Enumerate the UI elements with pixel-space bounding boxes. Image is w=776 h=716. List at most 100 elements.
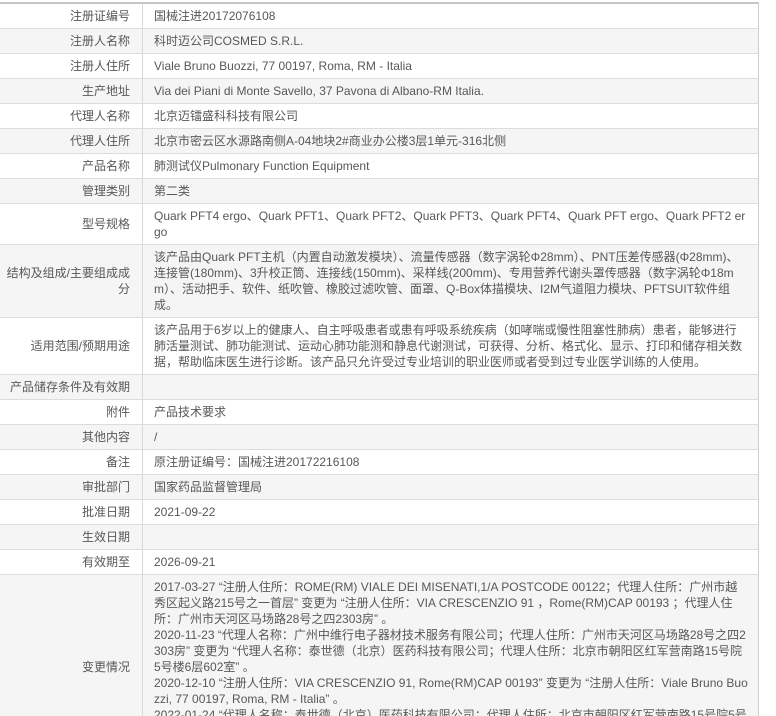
row-label-text: 适用范围/预期用途 xyxy=(30,339,130,353)
row-label: 适用范围/预期用途 xyxy=(0,317,143,375)
row-label: 生效日期 xyxy=(0,524,143,550)
row-value: 国械注进20172076108 xyxy=(143,4,759,29)
table-row: 代理人住所 北京市密云区水源路南侧A-04地块2#商业办公楼3层1单元-316北侧 xyxy=(0,128,758,154)
row-value: Quark PFT4 ergo、Quark PFT1、Quark PFT2、Qu… xyxy=(143,204,759,245)
row-value: 科时迈公司COSMED S.R.L. xyxy=(143,29,759,54)
table-row: 注册人住所 Viale Bruno Buozzi, 77 00197, Roma,… xyxy=(0,53,759,79)
row-value: 该产品用于6岁以上的健康人、自主呼吸患者或患有呼吸系统疾病（如哮喘或慢性阻塞性肺… xyxy=(143,318,759,375)
row-label-text: 产品储存条件及有效期 xyxy=(9,380,130,394)
table-row: 生产地址 Via dei Piani di Monte Savello, 37 P… xyxy=(0,78,758,104)
row-value xyxy=(143,375,759,400)
row-label: 代理人名称 xyxy=(0,103,143,129)
row-value-text: 肺测试仪Pulmonary Function Equipment xyxy=(154,159,370,173)
row-value: / xyxy=(143,425,759,450)
row-value: 2021-09-22 xyxy=(143,500,759,525)
row-label: 产品储存条件及有效期 xyxy=(0,374,143,400)
row-value-text: Viale Bruno Buozzi, 77 00197, Roma, RM -… xyxy=(154,59,412,73)
row-label-text: 管理类别 xyxy=(81,184,130,198)
row-label-text: 代理人住所 xyxy=(69,134,130,148)
row-value-text: 该产品由Quark PFT主机（内置自动激发模块）、流量传感器（数字涡轮Φ28m… xyxy=(154,250,739,312)
row-label: 型号规格 xyxy=(0,203,143,245)
table-row: 产品名称 肺测试仪Pulmonary Function Equipment xyxy=(0,153,759,179)
row-value-text: 原注册证编号：国械注进20172216108 xyxy=(154,455,360,469)
row-value xyxy=(143,525,759,550)
row-value-text: / xyxy=(154,430,158,444)
row-value: 产品技术要求 xyxy=(143,400,759,425)
row-label-text: 生效日期 xyxy=(81,530,130,544)
registration-detail-page: 注册证编号 国械注进20172076108 注册人名称 科时迈公司COSMED S.R… xyxy=(0,0,776,716)
row-label-text: 其他内容 xyxy=(81,430,130,444)
row-value-text: 该产品用于6岁以上的健康人、自主呼吸患者或患有呼吸系统疾病（如哮喘或慢性阻塞性肺… xyxy=(154,323,743,369)
row-value: 原注册证编号：国械注进20172216108 xyxy=(143,450,759,475)
row-label-text: 备注 xyxy=(105,455,130,469)
row-label: 其他内容 xyxy=(0,424,143,450)
table-row: 变更情况 2017-03-27 “注册人住所：ROME(RM) VIALE DEI… xyxy=(0,574,759,716)
row-label: 产品名称 xyxy=(0,153,143,179)
table-row: 适用范围/预期用途 该产品用于6岁以上的健康人、自主呼吸患者或患有呼吸系统疾病（如… xyxy=(0,317,759,375)
row-label: 附件 xyxy=(0,399,143,425)
registration-table: 注册证编号 国械注进20172076108 注册人名称 科时迈公司COSMED S.R… xyxy=(0,2,759,716)
row-value-text: 2026-09-21 xyxy=(154,555,216,569)
table-row: 结构及组成/主要组成成分 该产品由Quark PFT主机（内置自动激发模块）、流量… xyxy=(0,244,759,318)
row-label: 注册证编号 xyxy=(0,4,143,29)
row-label-text: 审批部门 xyxy=(81,480,130,494)
row-value: 第二类 xyxy=(143,179,759,204)
change-entry: 2017-03-27 “注册人住所：ROME(RM) VIALE DEI MIS… xyxy=(154,580,738,626)
row-value-text: 产品技术要求 xyxy=(154,405,227,419)
row-label: 变更情况 xyxy=(0,574,143,716)
change-entry: 2020-11-23 “代理人名称：广州中维行电子器材技术服务有限公司；代理人住… xyxy=(154,628,746,674)
row-label-text: 注册人住所 xyxy=(69,59,130,73)
row-label-text: 注册人名称 xyxy=(69,34,130,48)
row-label-text: 型号规格 xyxy=(81,217,130,231)
table-row: 注册证编号 国械注进20172076108 xyxy=(0,4,758,29)
row-label: 审批部门 xyxy=(0,474,143,500)
change-entry: 2020-12-10 “注册人住所：VIA CRESCENZIO 91, Rom… xyxy=(154,676,748,706)
row-label-text: 生产地址 xyxy=(81,84,130,98)
table-row: 代理人名称 北京迈镭盛科科技有限公司 xyxy=(0,103,759,129)
table-row: 其他内容 / xyxy=(0,424,759,450)
row-label: 生产地址 xyxy=(0,78,143,104)
table-row: 型号规格 Quark PFT4 ergo、Quark PFT1、Quark PFT… xyxy=(0,203,759,245)
registration-table-body: 注册证编号 国械注进20172076108 注册人名称 科时迈公司COSMED S.R… xyxy=(0,4,758,716)
table-row: 注册人名称 科时迈公司COSMED S.R.L. xyxy=(0,28,759,54)
table-row: 有效期至 2026-09-21 xyxy=(0,549,759,575)
row-value-text: Quark PFT4 ergo、Quark PFT1、Quark PFT2、Qu… xyxy=(154,209,746,239)
row-value: 肺测试仪Pulmonary Function Equipment xyxy=(143,154,759,179)
row-value: 该产品由Quark PFT主机（内置自动激发模块）、流量传感器（数字涡轮Φ28m… xyxy=(143,245,759,318)
row-value-text: 国械注进20172076108 xyxy=(154,9,276,23)
row-label: 备注 xyxy=(0,449,143,475)
row-value-text: 科时迈公司COSMED S.R.L. xyxy=(154,34,304,48)
row-value: Viale Bruno Buozzi, 77 00197, Roma, RM -… xyxy=(143,54,759,79)
row-label: 结构及组成/主要组成成分 xyxy=(0,244,143,318)
row-label: 注册人名称 xyxy=(0,28,143,54)
row-label-text: 批准日期 xyxy=(81,505,130,519)
row-label: 管理类别 xyxy=(0,178,143,204)
row-label-text: 有效期至 xyxy=(81,555,130,569)
row-value-text: Via dei Piani di Monte Savello, 37 Pavon… xyxy=(154,84,484,98)
row-label-text: 附件 xyxy=(105,405,130,419)
row-value: 北京迈镭盛科科技有限公司 xyxy=(143,104,759,129)
row-value: 2017-03-27 “注册人住所：ROME(RM) VIALE DEI MIS… xyxy=(143,575,759,716)
row-label: 批准日期 xyxy=(0,499,143,525)
row-value-text: 北京迈镭盛科科技有限公司 xyxy=(154,109,299,123)
table-row: 审批部门 国家药品监督管理局 xyxy=(0,474,759,500)
row-value: 2026-09-21 xyxy=(143,550,759,575)
table-row: 管理类别 第二类 xyxy=(0,178,759,204)
table-row: 备注 原注册证编号：国械注进20172216108 xyxy=(0,449,759,475)
table-row: 生效日期 xyxy=(0,524,759,550)
row-value-text: 国家药品监督管理局 xyxy=(154,480,263,494)
row-label-text: 代理人名称 xyxy=(69,109,130,123)
table-row: 批准日期 2021-09-22 xyxy=(0,499,759,525)
row-value-text: 第二类 xyxy=(154,184,191,198)
row-label: 代理人住所 xyxy=(0,128,143,154)
row-label-text: 注册证编号 xyxy=(69,9,130,23)
change-entry: 2022-01-24 “代理人名称：泰世德（北京）医药科技有限公司；代理人住所：… xyxy=(154,708,747,716)
table-row: 产品储存条件及有效期 xyxy=(0,374,759,400)
row-label-text: 结构及组成/主要组成成分 xyxy=(6,266,130,296)
row-label: 有效期至 xyxy=(0,549,143,575)
row-label-text: 变更情况 xyxy=(81,660,130,674)
row-value-text: 北京市密云区水源路南侧A-04地块2#商业办公楼3层1单元-316北侧 xyxy=(154,134,507,148)
row-value: 国家药品监督管理局 xyxy=(143,475,759,500)
row-label: 注册人住所 xyxy=(0,53,143,79)
row-label-text: 产品名称 xyxy=(81,159,130,173)
